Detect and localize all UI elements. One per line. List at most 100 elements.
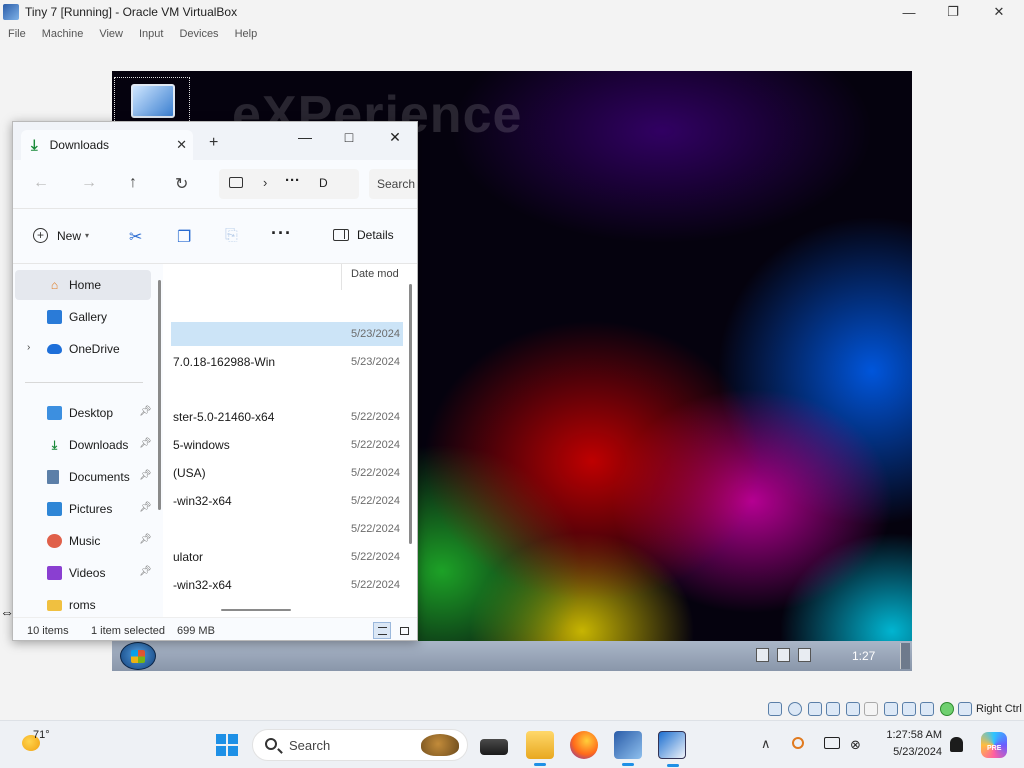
guest-start-button[interactable] (120, 642, 156, 670)
menu-devices[interactable]: Devices (179, 28, 218, 40)
table-row[interactable]: (USA) 5/22/2024 (171, 461, 403, 485)
table-row[interactable]: 7.0.18-162988-Win 5/23/2024 (171, 350, 403, 374)
menu-machine[interactable]: Machine (42, 28, 84, 40)
file-date: 5/22/2024 (351, 551, 400, 563)
key-tray-icon[interactable] (792, 737, 804, 749)
paste-icon[interactable]: ⎘ (225, 227, 238, 245)
new-tab-button[interactable]: + (209, 134, 218, 152)
vbox-close-button[interactable]: ✕ (976, 0, 1022, 24)
pin-icon[interactable]: 📌︎ (139, 406, 152, 417)
audio-indicator-icon[interactable] (808, 702, 822, 716)
nav-item-pictures[interactable]: Pictures 📌︎ (15, 494, 152, 524)
pin-icon[interactable]: 📌︎ (139, 502, 152, 513)
pin-icon[interactable]: 📌︎ (139, 470, 152, 481)
nav-item-gallery[interactable]: Gallery (15, 302, 151, 332)
menu-view[interactable]: View (99, 28, 123, 40)
file-explorer-taskbar-icon[interactable] (526, 731, 554, 766)
nav-item-downloads[interactable]: ⤓ Downloads 📌︎ (15, 430, 152, 460)
recording-indicator-icon[interactable] (902, 702, 916, 716)
action-center-icon[interactable] (756, 648, 769, 662)
cpu-indicator-icon[interactable] (920, 702, 934, 716)
search-input[interactable]: Search (369, 169, 417, 199)
network-indicator-icon[interactable] (826, 702, 840, 716)
table-row[interactable]: ulator 5/22/2024 (171, 545, 403, 569)
virtualbox-taskbar-icon[interactable] (614, 731, 642, 766)
explorer-minimize-button[interactable]: — (285, 126, 325, 148)
chevron-right-icon[interactable]: › (27, 342, 30, 353)
breadcrumb-segment[interactable]: D (319, 176, 328, 190)
optical-drive-indicator-icon[interactable] (788, 702, 802, 716)
details-pane-button[interactable]: Details (333, 228, 394, 242)
notification-bell-icon[interactable] (950, 737, 963, 752)
display-tray-icon[interactable] (824, 737, 840, 749)
volume-icon[interactable] (798, 648, 811, 662)
firefox-icon[interactable] (570, 731, 598, 759)
nav-item-music[interactable]: Music 📌︎ (15, 526, 152, 556)
table-row[interactable]: 5/22/2024 (171, 517, 403, 541)
table-row[interactable]: 5-windows 5/22/2024 (171, 433, 403, 457)
tiny7-vm-taskbar-icon[interactable] (658, 731, 686, 767)
shared-folders-indicator-icon[interactable] (864, 702, 878, 716)
weather-temperature[interactable]: 71° (33, 729, 50, 741)
explorer-maximize-button[interactable]: □ (329, 126, 369, 148)
back-arrow-icon[interactable]: ← (33, 174, 49, 192)
breadcrumb-overflow[interactable]: ··· (285, 172, 300, 189)
vbox-restore-button[interactable]: ❐ (930, 0, 976, 24)
nav-item-documents[interactable]: Documents 📌︎ (15, 462, 152, 492)
cut-icon[interactable]: ✂ (129, 227, 142, 247)
address-bar[interactable]: › ··· D (219, 169, 359, 199)
table-row[interactable]: -win32-x64 5/22/2024 (171, 489, 403, 513)
guest-clock[interactable]: 1:27 (852, 649, 875, 663)
up-arrow-icon[interactable]: ↑ (129, 174, 137, 192)
keyboard-indicator-icon[interactable] (958, 702, 972, 716)
pin-icon[interactable]: 📌︎ (139, 534, 152, 545)
start-button[interactable] (216, 734, 238, 756)
vbox-minimize-button[interactable]: — (886, 0, 932, 24)
tiles-view-button[interactable] (395, 622, 413, 639)
taskbar-date[interactable]: 5/23/2024 (880, 746, 942, 758)
chevron-right-icon[interactable]: › (263, 175, 267, 190)
more-options-button[interactable]: ··· (271, 223, 292, 244)
taskbar-search-box[interactable]: Search (252, 729, 468, 761)
column-separator[interactable] (341, 264, 342, 290)
file-name: 5-windows (173, 438, 230, 452)
network-disconnected-icon[interactable]: ⊗ (850, 737, 866, 753)
table-row[interactable]: ster-5.0-21460-x64 5/22/2024 (171, 405, 403, 429)
nav-item-onedrive[interactable]: › OneDrive (15, 334, 151, 364)
details-view-button[interactable] (373, 622, 391, 639)
file-date: 5/22/2024 (351, 467, 400, 479)
menu-file[interactable]: File (8, 28, 26, 40)
task-view-icon[interactable] (480, 739, 508, 755)
menu-input[interactable]: Input (139, 28, 163, 40)
horizontal-scrollbar[interactable] (221, 609, 291, 611)
network-icon[interactable] (777, 648, 790, 662)
table-row[interactable]: 5/23/2024 (171, 322, 403, 346)
guest-computer-icon[interactable] (114, 77, 190, 127)
nav-scrollbar[interactable] (158, 280, 161, 510)
usb-indicator-icon[interactable] (846, 702, 860, 716)
pin-icon[interactable]: 📌︎ (139, 438, 152, 449)
show-hidden-icons-icon[interactable]: ∧ (761, 736, 771, 752)
nav-item-videos[interactable]: Videos 📌︎ (15, 558, 152, 588)
table-row[interactable]: -win32-x64 5/22/2024 (171, 573, 403, 597)
taskbar-time[interactable]: 1:27:58 AM (880, 729, 942, 741)
display-indicator-icon[interactable] (884, 702, 898, 716)
close-icon[interactable]: ✕ (176, 137, 187, 153)
guest-show-desktop-button[interactable] (900, 643, 910, 669)
new-button[interactable]: + New ▾ (33, 228, 89, 243)
forward-arrow-icon[interactable]: → (81, 174, 97, 192)
pin-icon[interactable]: 📌︎ (139, 566, 152, 577)
copilot-icon[interactable]: PRE (981, 732, 1007, 758)
hard-disk-indicator-icon[interactable] (768, 702, 782, 716)
menu-help[interactable]: Help (235, 28, 258, 40)
explorer-close-button[interactable]: ✕ (375, 126, 415, 148)
vertical-scrollbar[interactable] (409, 284, 412, 544)
nav-item-desktop[interactable]: Desktop 📌︎ (15, 398, 152, 428)
column-header-date-modified[interactable]: Date mod (351, 268, 399, 280)
nav-item-home[interactable]: ⌂ Home (15, 270, 151, 300)
mouse-integration-indicator-icon[interactable] (940, 702, 954, 716)
copy-icon[interactable]: ❐ (177, 227, 191, 247)
tab-downloads[interactable]: ⤓ Downloads ✕ (21, 130, 193, 160)
nav-item-roms[interactable]: roms (15, 590, 151, 620)
refresh-icon[interactable]: ↻ (175, 174, 188, 194)
